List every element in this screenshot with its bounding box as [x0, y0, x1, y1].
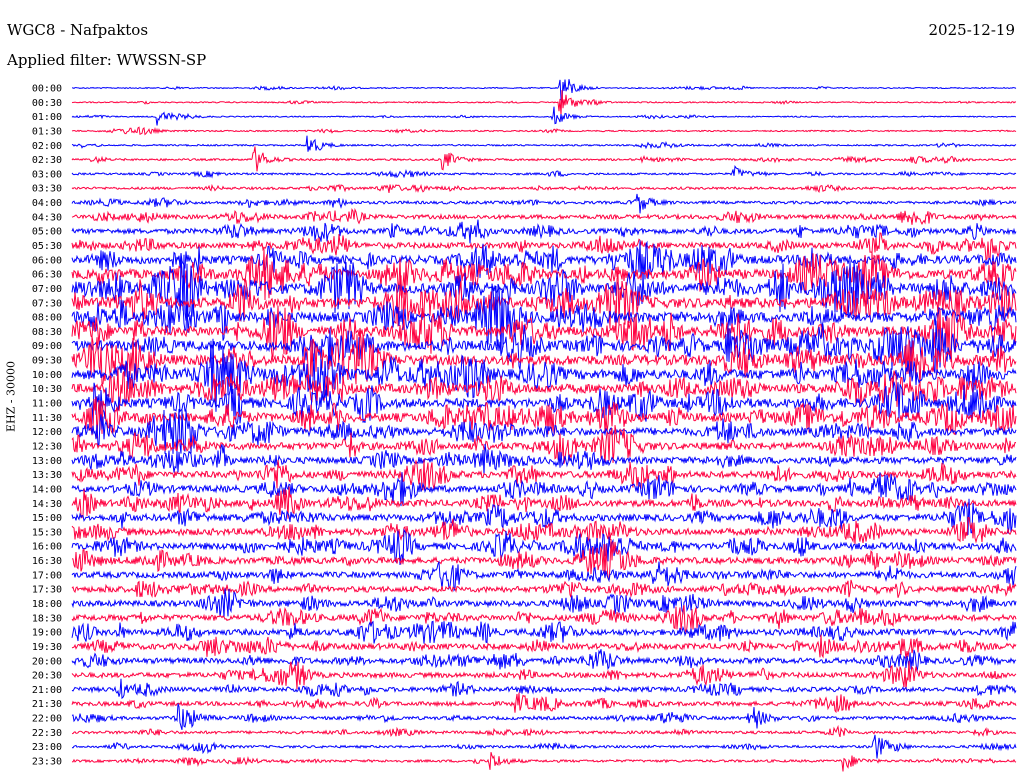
row-label: 23:00 — [32, 742, 62, 753]
row-label: 15:00 — [32, 513, 62, 524]
row-label: 05:30 — [32, 241, 62, 252]
trace-row-1830 — [71, 605, 1017, 634]
row-label: 08:00 — [32, 313, 62, 324]
trace-row-2130 — [71, 692, 1017, 714]
trace-row-0130 — [71, 126, 1017, 136]
row-label: 06:00 — [32, 255, 62, 266]
row-label: 02:30 — [32, 155, 62, 166]
trace-row-0300 — [71, 165, 1017, 179]
row-label: 01:30 — [32, 126, 62, 137]
trace-row-0000 — [72, 79, 1017, 103]
trace-row-1730 — [71, 579, 1017, 598]
trace-row-0330 — [71, 183, 1017, 193]
trace-row-2100 — [71, 678, 1017, 700]
trace-row-0700 — [71, 254, 1017, 321]
row-label: 03:30 — [32, 184, 62, 195]
row-label: 09:00 — [32, 341, 62, 352]
helicorder-plot: 00:00 00:30 01:00 01:30 02:00 02:30 03:00 03:30… — [32, 79, 1017, 772]
row-label: 11:30 — [32, 413, 62, 424]
row-label: 15:30 — [32, 527, 62, 538]
row-label: 07:00 — [32, 284, 62, 295]
row-label: 13:00 — [32, 456, 62, 467]
trace-row-0030 — [71, 90, 1017, 116]
trace-row-0430 — [71, 207, 1017, 225]
trace-row-0400 — [71, 193, 1017, 214]
row-label: 19:00 — [32, 628, 62, 639]
trace-row-0500 — [71, 219, 1017, 244]
row-label: 10:30 — [32, 384, 62, 395]
row-label: 06:30 — [32, 270, 62, 281]
row-label: 20:30 — [32, 671, 62, 682]
trace-row-1930 — [71, 634, 1017, 659]
row-label: 00:00 — [32, 84, 62, 95]
row-label: 17:00 — [32, 570, 62, 581]
row-label: 14:30 — [32, 499, 62, 510]
trace-row-2300 — [71, 734, 1017, 759]
row-label: 04:00 — [32, 198, 62, 209]
row-label: 18:30 — [32, 613, 62, 624]
trace-row-1530 — [71, 516, 1017, 545]
row-label: 07:30 — [32, 298, 62, 309]
trace-row-2330 — [71, 751, 1017, 772]
row-label: 11:00 — [32, 399, 62, 410]
trace-row-2030 — [71, 660, 1017, 690]
traces — [71, 79, 1017, 772]
row-label: 17:30 — [32, 585, 62, 596]
row-label: 14:00 — [32, 484, 62, 495]
row-label: 12:00 — [32, 427, 62, 438]
row-label: 21:00 — [32, 685, 62, 696]
row-labels: 00:00 00:30 01:00 01:30 02:00 02:30 03:00 03:30… — [32, 84, 62, 768]
trace-row-0100 — [71, 106, 1016, 126]
row-label: 20:00 — [32, 656, 62, 667]
row-label: 22:00 — [32, 714, 62, 725]
row-label: 16:00 — [32, 542, 62, 553]
row-label: 00:30 — [32, 98, 62, 109]
row-label: 19:30 — [32, 642, 62, 653]
row-label: 21:30 — [32, 699, 62, 710]
trace-row-0230 — [71, 146, 1017, 172]
trace-row-2200 — [71, 703, 1017, 731]
row-label: 16:30 — [32, 556, 62, 567]
row-label: 23:30 — [32, 757, 62, 768]
row-label: 05:00 — [32, 227, 62, 238]
row-label: 10:00 — [32, 370, 62, 381]
row-label: 12:30 — [32, 441, 62, 452]
row-label: 08:30 — [32, 327, 62, 338]
row-label: 02:00 — [32, 141, 62, 152]
row-label: 13:30 — [32, 470, 62, 481]
trace-row-1300 — [71, 443, 1017, 475]
row-label: 09:30 — [32, 356, 62, 367]
trace-row-1400 — [71, 472, 1017, 507]
trace-row-1200 — [71, 408, 1017, 454]
row-label: 03:00 — [32, 169, 62, 180]
row-label: 22:30 — [32, 728, 62, 739]
trace-row-2000 — [71, 649, 1017, 672]
row-label: 18:00 — [32, 599, 62, 610]
trace-row-0200 — [71, 135, 1017, 152]
row-label: 04:30 — [32, 212, 62, 223]
row-label: 01:00 — [32, 112, 62, 123]
